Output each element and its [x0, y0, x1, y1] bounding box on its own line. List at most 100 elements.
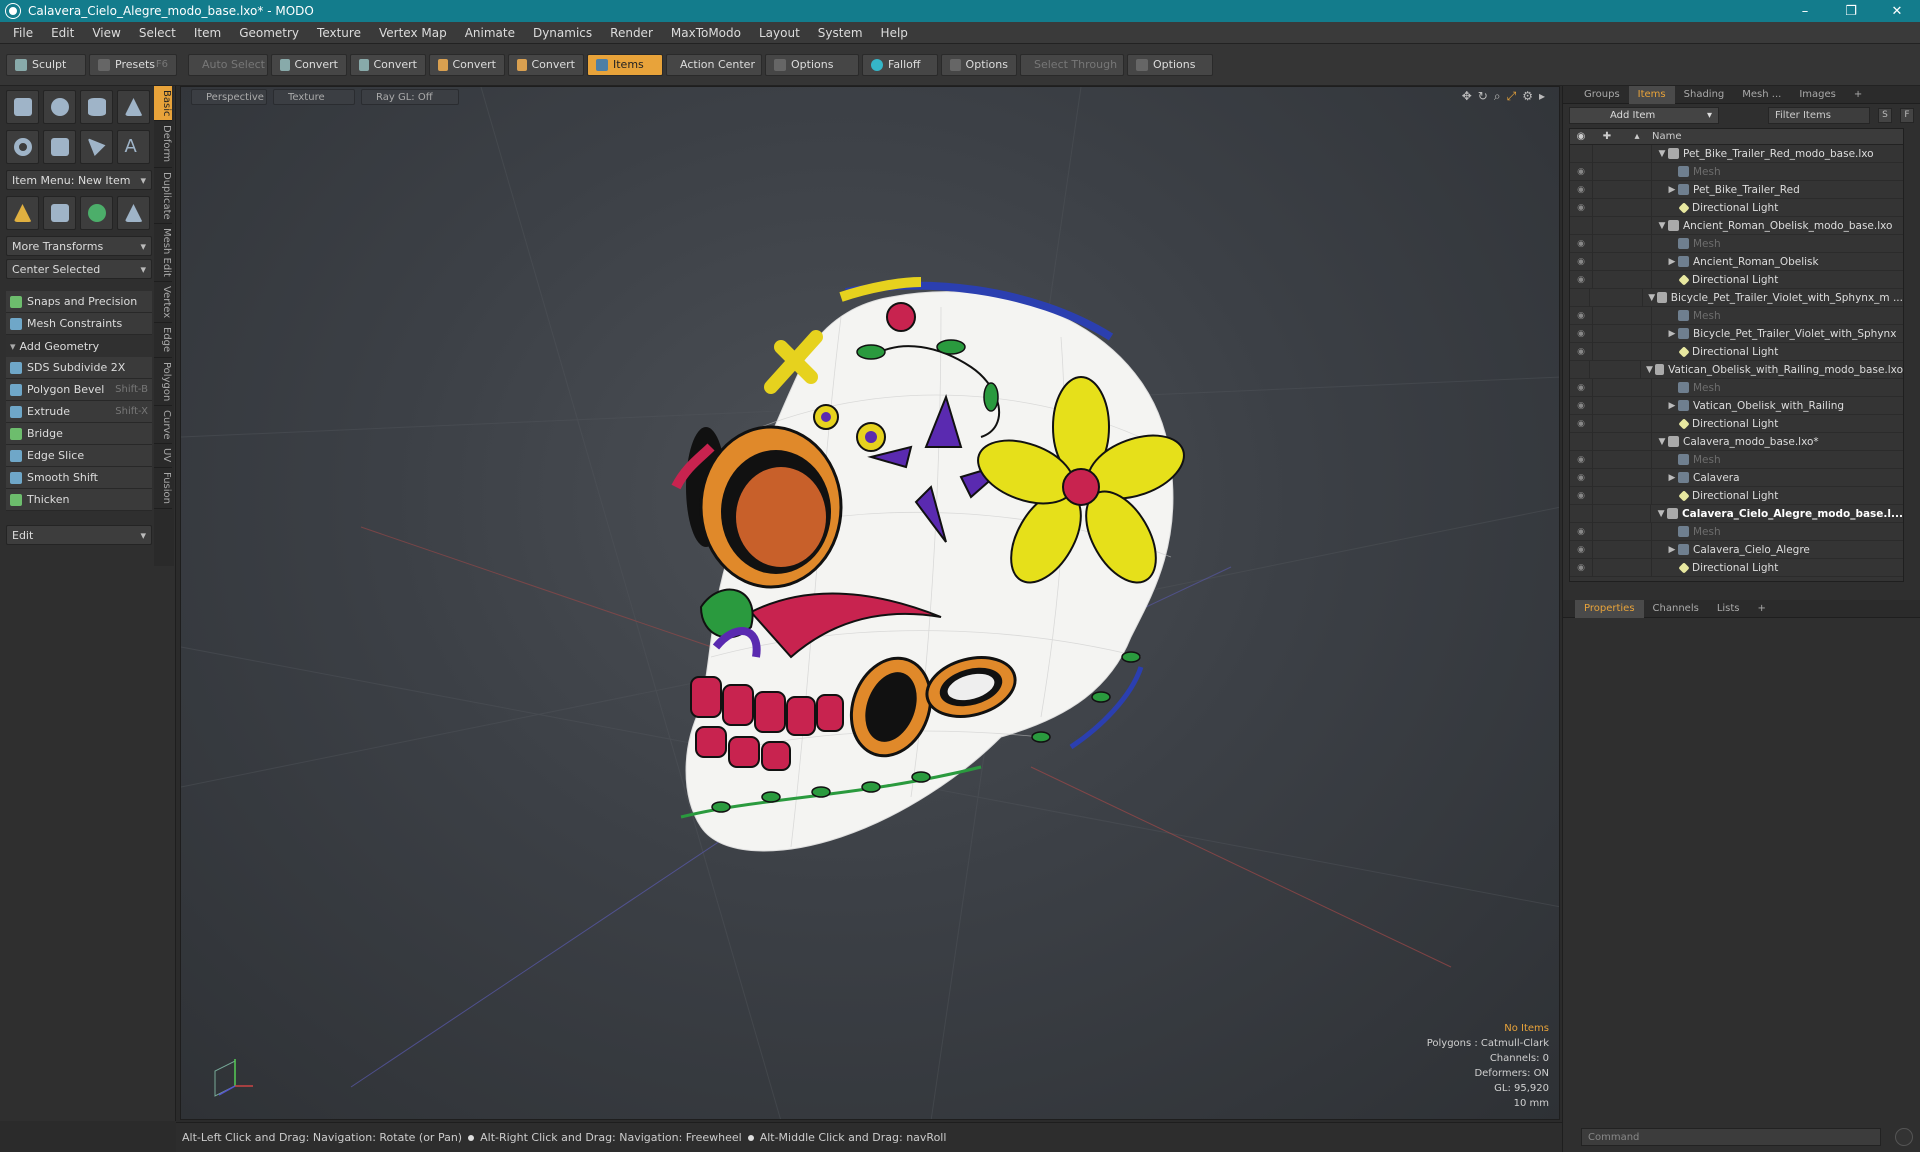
filter-f-button[interactable]: F — [1900, 107, 1914, 123]
torus-primitive-button[interactable] — [6, 130, 39, 164]
tree-row-scene[interactable]: ▼ Vatican_Obelisk_with_Railing_modo_base.… — [1570, 360, 1903, 379]
eye-icon[interactable]: ◉ — [1570, 347, 1592, 357]
tree-row[interactable]: ◉ Mesh — [1570, 450, 1903, 469]
tab-mesh[interactable]: Mesh ... — [1733, 86, 1790, 104]
edge-slice-button[interactable]: Edge Slice — [6, 445, 152, 467]
tree-row-scene[interactable]: ▼ Ancient_Roman_Obelisk_modo_base.lxo — [1570, 216, 1903, 235]
snaps-precision-button[interactable]: Snaps and Precision — [6, 291, 152, 313]
menu-geometry[interactable]: Geometry — [230, 26, 308, 40]
falloff-options-button[interactable]: Options — [941, 53, 1017, 76]
tree-row[interactable]: ◉ ▶ Calavera_Cielo_Alegre — [1570, 540, 1903, 559]
tree-row[interactable]: ◉ Directional Light — [1570, 558, 1903, 577]
tab-fusion[interactable]: Fusion — [154, 468, 172, 509]
expand-arrow-icon[interactable]: ▶ — [1666, 473, 1678, 483]
tab-images[interactable]: Images — [1790, 86, 1845, 104]
menu-animate[interactable]: Animate — [456, 26, 524, 40]
thicken-button[interactable]: Thicken — [6, 489, 152, 511]
expand-arrow-icon[interactable]: ▶ — [1666, 257, 1678, 267]
tab-items[interactable]: Items — [1628, 85, 1675, 104]
tab-groups[interactable]: Groups — [1575, 86, 1629, 104]
filter-items-input[interactable]: Filter Items — [1768, 106, 1870, 124]
polygon-bevel-button[interactable]: Polygon Bevel Shift-B — [6, 379, 152, 401]
sds-subdivide-button[interactable]: SDS Subdivide 2X — [6, 357, 152, 379]
add-tab-icon[interactable]: + — [1845, 86, 1871, 104]
eye-icon[interactable]: ◉ — [1570, 473, 1592, 483]
tree-row-scene[interactable]: ▼ Calavera_modo_base.lxo* — [1570, 432, 1903, 451]
menu-item[interactable]: Item — [185, 26, 230, 40]
cylinder-primitive-button[interactable] — [80, 90, 113, 124]
eye-icon[interactable]: ◉ — [1570, 167, 1592, 177]
render-column-icon[interactable]: ▴ — [1622, 131, 1652, 142]
tree-row[interactable]: ◉ Mesh — [1570, 378, 1903, 397]
smooth-shift-button[interactable]: Smooth Shift — [6, 467, 152, 489]
item-menu-dropdown[interactable]: Item Menu: New Item — [6, 170, 152, 190]
collapse-arrow-icon[interactable]: ▼ — [1646, 293, 1657, 303]
tree-row[interactable]: ◉ Directional Light — [1570, 414, 1903, 433]
fit-icon[interactable]: ⤢ — [1507, 89, 1517, 104]
minimize-button[interactable]: – — [1782, 0, 1828, 22]
eye-icon[interactable]: ◉ — [1570, 401, 1592, 411]
grid-button[interactable] — [43, 196, 76, 230]
command-input[interactable]: Command — [1581, 1128, 1881, 1146]
convert-edges-button[interactable]: Convert — [350, 53, 426, 76]
tree-row[interactable]: ◉ Directional Light — [1570, 486, 1903, 505]
falloff-button[interactable]: Falloff — [862, 53, 938, 76]
expand-arrow-icon[interactable]: ▶ — [1666, 185, 1678, 195]
add-geometry-header[interactable]: ▾ Add Geometry — [6, 335, 152, 357]
lock-column-icon[interactable]: ✚ — [1592, 131, 1622, 142]
action-center-button[interactable]: Action Center — [666, 53, 762, 76]
calavera-skull-model[interactable] — [641, 277, 1201, 877]
convert-materials-button[interactable]: Convert — [508, 53, 584, 76]
more-transforms-dropdown[interactable]: More Transforms — [6, 236, 152, 256]
tree-row-scene[interactable]: ▼ Bicycle_Pet_Trailer_Violet_with_Sphynx_… — [1570, 288, 1903, 307]
tree-row[interactable]: ◉ ▶ Bicycle_Pet_Trailer_Violet_with_Sphynx — [1570, 324, 1903, 343]
tab-curve[interactable]: Curve — [154, 406, 172, 445]
ray-gl-toggle[interactable]: Ray GL: Off — [361, 89, 459, 105]
sphere-primitive-button[interactable] — [43, 90, 76, 124]
3d-viewport[interactable]: Perspective Texture Ray GL: Off ✥ ↻ ⌕ ⤢ … — [180, 86, 1560, 1120]
menu-layout[interactable]: Layout — [750, 26, 809, 40]
tree-row[interactable]: ◉ Mesh — [1570, 306, 1903, 325]
eye-icon[interactable]: ◉ — [1570, 383, 1592, 393]
tree-row[interactable]: ◉ Directional Light — [1570, 270, 1903, 289]
eye-icon[interactable]: ◉ — [1570, 257, 1592, 267]
cone-shape-button[interactable] — [117, 196, 150, 230]
tab-lists[interactable]: Lists — [1708, 600, 1749, 618]
convert-vertices-button[interactable]: Convert — [271, 53, 347, 76]
tab-properties[interactable]: Properties — [1575, 599, 1644, 618]
edit-dropdown[interactable]: Edit — [6, 525, 152, 545]
tree-row-scene[interactable]: ▼ Calavera_Cielo_Alegre_modo_base.l... — [1570, 504, 1903, 523]
menu-help[interactable]: Help — [872, 26, 917, 40]
pan-icon[interactable]: ✥ — [1462, 89, 1472, 104]
expand-arrow-icon[interactable]: ▶ — [1666, 545, 1678, 555]
visibility-column-icon[interactable]: ◉ — [1570, 131, 1592, 142]
cone-primitive-button[interactable] — [117, 90, 150, 124]
menu-vertex-map[interactable]: Vertex Map — [370, 26, 456, 40]
eye-icon[interactable]: ◉ — [1570, 545, 1592, 555]
menu-maxtomodo[interactable]: MaxToModo — [662, 26, 750, 40]
menu-view[interactable]: View — [83, 26, 129, 40]
tab-mesh-edit[interactable]: Mesh Edit — [154, 224, 172, 283]
tube-primitive-button[interactable] — [43, 130, 76, 164]
eye-icon[interactable]: ◉ — [1570, 329, 1592, 339]
shading-texture[interactable]: Texture — [273, 89, 355, 105]
eye-icon[interactable]: ◉ — [1570, 527, 1592, 537]
auto-select-button[interactable]: Auto Select — [188, 53, 268, 76]
tree-row[interactable]: ◉ Mesh — [1570, 522, 1903, 541]
expand-arrow-icon[interactable]: ▶ — [1666, 329, 1678, 339]
expand-arrow-icon[interactable]: ▶ — [1666, 401, 1678, 411]
items-mode-button[interactable]: Items — [587, 53, 663, 76]
select-through-button[interactable]: Select Through — [1020, 53, 1124, 76]
bridge-button[interactable]: Bridge — [6, 423, 152, 445]
maximize-button[interactable]: ❐ — [1828, 0, 1874, 22]
tab-polygon[interactable]: Polygon — [154, 358, 172, 406]
close-button[interactable]: ✕ — [1874, 0, 1920, 22]
eye-icon[interactable]: ◉ — [1570, 185, 1592, 195]
tab-basic[interactable]: Basic — [154, 86, 172, 122]
eye-icon[interactable]: ◉ — [1570, 203, 1592, 213]
zoom-icon[interactable]: ⌕ — [1494, 89, 1501, 104]
eye-icon[interactable]: ◉ — [1570, 455, 1592, 465]
text-primitive-button[interactable]: A — [117, 130, 150, 164]
add-tab-icon[interactable]: + — [1749, 600, 1775, 618]
rotate-icon[interactable]: ↻ — [1478, 89, 1488, 104]
